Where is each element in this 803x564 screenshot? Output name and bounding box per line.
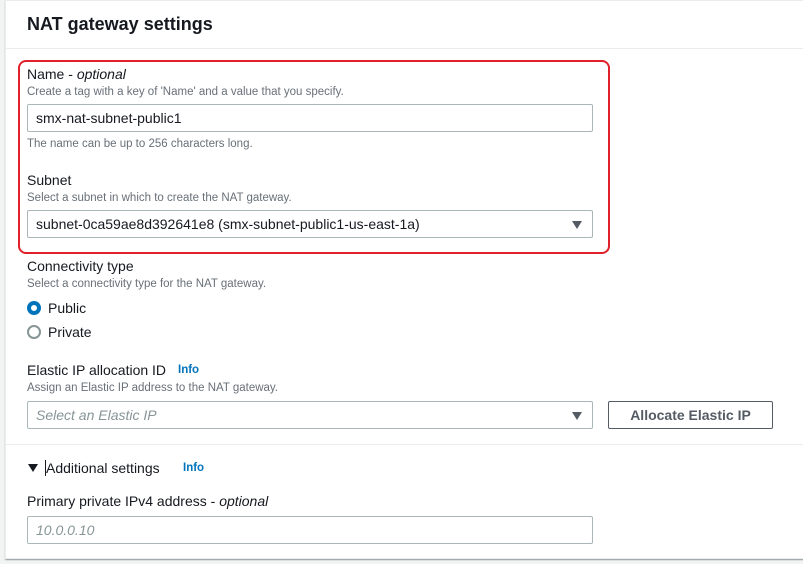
subnet-selected-value: subnet-0ca59ae8d392641e8 (smx-subnet-pub… (36, 216, 420, 232)
chevron-down-icon (572, 412, 582, 420)
elastic-ip-label: Elastic IP allocation ID (27, 362, 167, 378)
name-constraint: The name can be up to 256 characters lon… (27, 138, 253, 150)
elastic-ip-description: Assign an Elastic IP address to the NAT … (27, 382, 279, 394)
additional-settings-info-link[interactable]: Info (183, 462, 204, 474)
additional-settings-toggle[interactable]: Additional settings (46, 460, 160, 476)
name-optional-text: optional (76, 66, 126, 82)
expand-triangle-icon[interactable] (28, 464, 38, 472)
connectivity-description: Select a connectivity type for the NAT g… (27, 278, 267, 290)
panel-title: NAT gateway settings (27, 14, 213, 34)
name-label: Name - optional (27, 66, 126, 82)
radio-public-label[interactable]: Public (48, 300, 86, 316)
ipv4-label: Primary private IPv4 address - optional (27, 493, 268, 509)
nat-gateway-settings-panel: NAT gateway settings Name - optional Cre… (5, 0, 803, 559)
ipv4-label-separator: - (206, 493, 220, 509)
ipv4-placeholder: 10.0.0.10 (36, 522, 95, 538)
name-input[interactable]: smx-nat-subnet-public1 (27, 104, 593, 132)
radio-private[interactable] (27, 325, 41, 339)
elastic-ip-placeholder: Select an Elastic IP (36, 407, 157, 423)
section-divider (6, 444, 803, 445)
elastic-ip-info-link[interactable]: Info (178, 364, 199, 376)
radio-private-label[interactable]: Private (48, 324, 92, 340)
connectivity-label: Connectivity type (27, 258, 134, 274)
ipv4-input[interactable]: 10.0.0.10 (27, 516, 593, 544)
name-description: Create a tag with a key of 'Name' and a … (27, 86, 344, 98)
chevron-down-icon (572, 221, 582, 229)
subnet-select[interactable]: subnet-0ca59ae8d392641e8 (smx-subnet-pub… (27, 210, 593, 238)
name-label-text: Name (27, 66, 65, 82)
name-label-separator: - (64, 66, 77, 82)
header-divider (6, 48, 803, 49)
elastic-ip-select[interactable]: Select an Elastic IP (27, 401, 593, 429)
ipv4-label-text: Primary private IPv4 address (27, 493, 207, 509)
allocate-elastic-ip-button[interactable]: Allocate Elastic IP (608, 401, 773, 429)
subnet-description: Select a subnet in which to create the N… (27, 192, 292, 204)
subnet-label: Subnet (27, 172, 72, 188)
ipv4-optional-text: optional (219, 493, 269, 509)
radio-public[interactable] (27, 301, 41, 315)
